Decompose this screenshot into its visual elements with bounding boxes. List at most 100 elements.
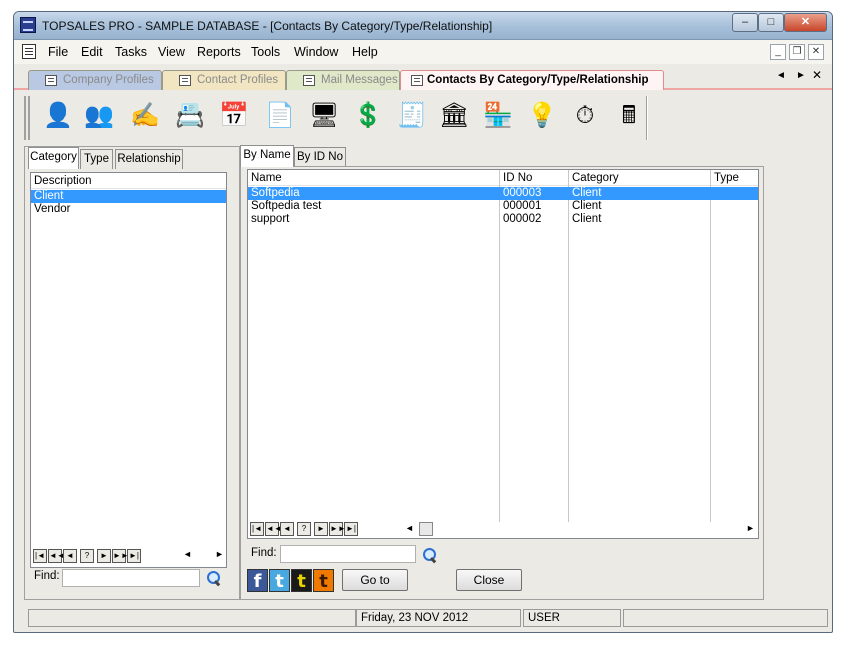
first-record-button[interactable]: |◄ [250,522,264,536]
category-list[interactable]: Description Client Vendor |◄ ◄◄ ◄ ? ► ►►… [30,172,227,568]
column-header-type[interactable]: Type [711,170,758,186]
tab-next-button[interactable]: ► [796,70,806,81]
desk-lamp-button[interactable]: 💡 [524,98,558,136]
scroll-left-arrow-icon[interactable]: ◄ [183,549,192,559]
desk-lamp-icon: 💡 [527,102,557,129]
toolbar-grip[interactable] [24,96,30,140]
mdi-minimize-button[interactable]: _ [770,44,786,60]
blogger-icon[interactable]: t [313,569,334,592]
tab-contact-profiles[interactable]: Contact Profiles [162,70,286,90]
menu-tasks[interactable]: Tasks [115,45,147,59]
document-icon [45,75,57,86]
calendar-button[interactable]: 📅 [216,98,250,136]
menu-bar: File Edit Tasks View Reports Tools Windo… [14,40,832,64]
left-search-icon[interactable] [206,570,222,586]
tab-relationship[interactable]: Relationship [115,149,183,169]
window-title: TOPSALES PRO - SAMPLE DATABASE - [Contac… [42,19,493,33]
tab-close-button[interactable]: ✕ [812,68,822,82]
scroll-right-arrow-icon[interactable]: ► [215,549,224,559]
tab-category[interactable]: Category [28,147,79,169]
status-cell-extra [623,609,828,627]
query-button[interactable]: ? [80,549,94,563]
facebook-icon[interactable]: f [247,569,268,592]
right-find-input[interactable] [280,545,416,563]
tab-mail-messages[interactable]: Mail Messages [286,70,400,90]
status-date: Friday, 23 NOV 2012 [356,609,521,627]
prev-record-button[interactable]: ◄ [63,549,77,563]
query-button[interactable]: ? [297,522,311,536]
tumblr-icon[interactable]: t [291,569,312,592]
web-computer-button[interactable]: 🖥 [306,98,340,136]
table-row[interactable]: Softpedia test 000001 Client [248,200,758,213]
list-item[interactable]: Vendor [31,203,226,216]
menu-reports[interactable]: Reports [197,45,241,59]
next-record-button[interactable]: ► [97,549,111,563]
document-menu-icon[interactable] [22,44,36,59]
dollar-document-button[interactable]: 💲 [350,98,384,136]
tab-prev-button[interactable]: ◄ [776,70,786,81]
last-record-button[interactable]: ►| [344,522,358,536]
menu-edit[interactable]: Edit [81,45,103,59]
minimize-button[interactable]: – [732,13,758,32]
menu-view[interactable]: View [158,45,185,59]
column-header-category[interactable]: Category [569,170,711,186]
close-button[interactable]: Close [456,569,522,591]
address-book-button[interactable]: 📇 [172,98,206,136]
cell-name: Softpedia [251,187,300,199]
next-record-button[interactable]: ► [314,522,328,536]
prev-page-button[interactable]: ◄◄ [48,549,65,563]
stopwatch-button[interactable]: ⏱ [568,98,602,136]
contacts-table[interactable]: Name ID No Category Type Softpedia 00000… [247,169,759,539]
right-search-icon[interactable] [422,547,438,563]
list-item[interactable]: Client [31,190,226,203]
cash-register-icon: 🧾 [397,102,427,129]
calculator-button[interactable]: 🖩 [612,98,646,136]
tab-company-profiles[interactable]: Company Profiles [28,70,162,90]
goto-button[interactable]: Go to [342,569,408,591]
prev-record-button[interactable]: ◄ [280,522,294,536]
menu-help[interactable]: Help [352,45,378,59]
column-header-id-no[interactable]: ID No [500,170,569,186]
close-window-button[interactable]: ✕ [784,13,827,32]
last-record-button[interactable]: ►| [127,549,141,563]
app-logo-icon[interactable] [20,17,36,33]
tab-type[interactable]: Type [80,149,113,169]
first-record-button[interactable]: |◄ [33,549,47,563]
table-row[interactable]: Softpedia 000003 Client [248,187,758,200]
next-page-button[interactable]: ►► [112,549,129,563]
column-header-name[interactable]: Name [248,170,500,186]
bank-icon: 🏛 [439,102,470,129]
sign-document-button[interactable]: ✍ [127,98,161,136]
contact-card-icon: 👤 [43,102,73,129]
title-bar[interactable]: TOPSALES PRO - SAMPLE DATABASE - [Contac… [14,12,832,40]
column-header-description[interactable]: Description [31,173,226,189]
cell-id-no: 000003 [503,187,542,199]
mdi-restore-button[interactable]: ❐ [789,44,805,60]
twitter-icon[interactable]: t [269,569,290,592]
menu-window[interactable]: Window [294,45,338,59]
store-button[interactable]: 🏪 [480,98,514,136]
table-row[interactable]: support 000002 Client [248,213,758,226]
maximize-button[interactable]: □ [758,13,784,32]
cell-name: Softpedia test [251,200,322,212]
menu-file[interactable]: File [48,45,68,59]
cash-register-button[interactable]: 🧾 [394,98,428,136]
mdi-close-button[interactable]: ✕ [808,44,824,60]
document-icon [179,75,191,86]
tab-by-id-no[interactable]: By ID No [294,147,346,167]
letter-button[interactable]: 📄 [262,98,296,136]
left-find-input[interactable] [62,569,200,587]
prev-page-button[interactable]: ◄◄ [265,522,282,536]
scroll-left-arrow-icon[interactable]: ◄ [405,523,414,533]
stopwatch-icon: ⏱ [575,102,595,129]
contact-card-button[interactable]: 👤 [40,98,74,136]
scroll-right-arrow-icon[interactable]: ► [746,523,755,533]
letter-icon: 📄 [265,102,295,129]
menu-tools[interactable]: Tools [251,45,280,59]
next-page-button[interactable]: ►► [329,522,346,536]
horizontal-scroll-thumb[interactable] [419,522,433,536]
people-button[interactable]: 👥 [81,98,115,136]
bank-button[interactable]: 🏛 [436,98,470,136]
tab-by-name[interactable]: By Name [240,145,294,167]
tab-contacts-by-category[interactable]: Contacts By Category/Type/Relationship [400,70,664,90]
